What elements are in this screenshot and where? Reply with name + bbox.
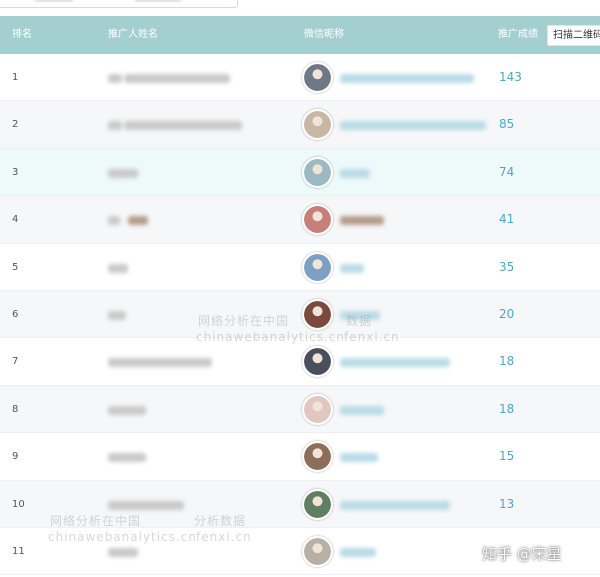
score-cell: 143 (499, 70, 522, 84)
redacted-name (124, 121, 242, 131)
site-watermark: chinawebanalytics.cn (48, 530, 197, 544)
redacted-name (124, 74, 230, 83)
filter-bar (0, 0, 600, 16)
table-row[interactable]: 4 41 (0, 196, 600, 244)
avatar (302, 298, 333, 330)
redacted-name (108, 547, 138, 557)
table-row[interactable]: 7 18 (0, 338, 600, 386)
avatar (302, 156, 333, 188)
site-watermark: 数据 (346, 314, 373, 328)
site-watermark: 网络分析在中国 (198, 314, 290, 328)
table-row[interactable]: 5 35 (0, 244, 600, 291)
site-watermark: fenxi.cn (196, 530, 252, 544)
score-cell: 15 (499, 449, 515, 464)
avatar (302, 441, 333, 473)
avatar (302, 488, 333, 520)
table-row[interactable]: 1 143 (0, 54, 600, 102)
site-watermark: chinawebanalytics.cn (196, 330, 345, 344)
table-row[interactable]: 9 15 (0, 433, 600, 481)
score-cell: 35 (499, 259, 515, 274)
header-wechat-nickname: 微信昵称 (304, 29, 344, 40)
score-cell: 41 (499, 212, 515, 227)
promotion-ranking-table: 排名 推广人姓名 微信昵称 推广成绩 扫描二维码 1 143 2 85 3 74 4 41 5 3… (0, 16, 600, 576)
rank-cell: 8 (12, 403, 19, 415)
rank-cell: 9 (12, 451, 19, 463)
redacted-wechat-nickname (340, 216, 384, 226)
table-row[interactable]: 8 18 (0, 385, 600, 434)
redacted-name (108, 263, 128, 273)
score-cell: 18 (499, 354, 515, 369)
table-row[interactable]: 3 74 (0, 148, 600, 197)
rank-cell: 7 (12, 356, 19, 368)
table-body: 1 143 2 85 3 74 4 41 5 35 6 20 7 18 8 18 9 15 10 13 11 (0, 54, 600, 576)
avatar (302, 109, 333, 141)
redacted-wechat-nickname (340, 121, 486, 131)
score-cell: 18 (499, 401, 515, 416)
rank-cell: 5 (12, 261, 19, 273)
header-promoter-name: 推广人姓名 (108, 29, 158, 40)
redacted-wechat-nickname (340, 74, 474, 83)
score-cell: 20 (499, 306, 515, 321)
redacted-name (108, 74, 122, 83)
redacted-wechat-nickname (340, 168, 370, 178)
credit-watermark: 知乎 @宋星 (482, 545, 562, 563)
redacted-name (108, 121, 122, 131)
score-cell: 74 (499, 164, 515, 179)
site-watermark: 网络分析在中国 (50, 514, 142, 528)
site-watermark: 分析数据 (194, 514, 247, 528)
date-range-select[interactable] (0, 0, 238, 8)
redacted-name (108, 405, 146, 415)
rank-cell: 4 (12, 214, 19, 226)
redacted-name (108, 216, 120, 226)
redacted-wechat-nickname (340, 358, 450, 368)
avatar (302, 535, 333, 567)
header-rank: 排名 (12, 29, 32, 40)
site-watermark: fenxi.cn (344, 330, 400, 344)
table-header: 排名 推广人姓名 微信昵称 推广成绩 扫描二维码 (0, 16, 600, 54)
score-cell: 13 (499, 496, 515, 511)
avatar (302, 393, 333, 425)
rank-cell: 11 (12, 545, 25, 557)
avatar (302, 204, 333, 236)
rank-cell: 3 (12, 166, 19, 178)
redacted-name (108, 310, 126, 320)
redacted-name (108, 453, 146, 463)
scan-qr-button[interactable]: 扫描二维码 (547, 25, 600, 46)
score-cell: 85 (499, 117, 515, 132)
avatar (302, 251, 333, 283)
redacted-wechat-nickname (340, 263, 364, 273)
redacted-wechat-nickname (340, 453, 378, 463)
rank-cell: 6 (12, 308, 19, 320)
table-row[interactable]: 2 85 (0, 101, 600, 149)
rank-cell: 1 (12, 72, 19, 83)
avatar (302, 346, 333, 378)
redacted-wechat-nickname (340, 405, 384, 415)
redacted-wechat-nickname (340, 500, 450, 510)
redacted-name (128, 216, 148, 226)
redacted-name (108, 358, 212, 368)
rank-cell: 10 (12, 498, 25, 510)
redacted-wechat-nickname (340, 547, 376, 557)
redacted-name (108, 168, 138, 178)
rank-cell: 2 (12, 119, 19, 131)
redacted-name (108, 500, 184, 510)
header-promotion-score: 推广成绩 (498, 29, 538, 40)
avatar (302, 62, 333, 93)
